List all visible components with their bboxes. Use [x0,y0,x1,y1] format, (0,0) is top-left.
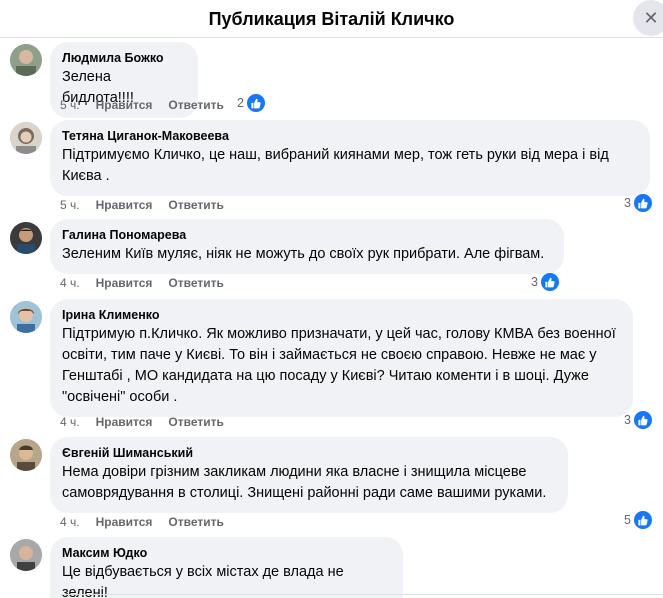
comment-actions: 4 ч. Нравится Ответить [60,275,224,291]
dialog-header: Публикация Віталій Кличко ✕ [0,0,663,38]
avatar[interactable] [10,122,42,154]
reaction-count[interactable]: 3 [531,273,559,291]
comment-text: Підтримую п.Кличко. Як можливо призначат… [62,326,616,405]
comment-author[interactable]: Тетяна Циганок-Маковеева [62,128,638,144]
close-button[interactable]: ✕ [633,0,663,36]
comment-author[interactable]: Людмила Божко [62,50,186,66]
avatar[interactable] [10,301,42,333]
like-button[interactable]: Нравится [96,275,153,291]
comment-text: Нема довіри грізним закликам людини яка … [62,464,547,501]
like-button[interactable]: Нравится [96,514,153,530]
like-button[interactable]: Нравится [96,97,153,113]
page-title: Публикация Віталій Кличко [208,9,455,29]
like-thumb-icon [246,94,265,112]
comment-text: Це відбувається у всіх містах де влада н… [62,564,344,598]
like-button[interactable]: Нравится [96,414,153,430]
comment-bubble: Максим Юдко Це відбувається у всіх міста… [50,537,403,598]
reaction-number: 5 [624,513,631,527]
comment-text: Зеленим Київ муляє, ніяк не можуть до св… [62,246,545,262]
comment-author[interactable]: Євгеній Шиманський [62,445,556,461]
reaction-number: 3 [531,275,538,289]
comment-actions: 4 ч. Нравится Ответить [60,514,224,530]
avatar[interactable] [10,539,42,571]
avatar[interactable] [10,439,42,471]
comment-actions: 5 ч. Нравится Ответить [60,97,224,113]
comment-time[interactable]: 5 ч. [60,97,80,113]
avatar[interactable] [10,44,42,76]
comment-time[interactable]: 4 ч. [60,414,80,430]
comment-bubble: Тетяна Циганок-Маковеева Підтримуємо Кли… [50,120,650,196]
reaction-number: 2 [237,96,244,110]
avatar[interactable] [10,222,42,254]
comment-text: Підтримуємо Кличко, це наш, вибраний кия… [62,147,609,184]
comment-author[interactable]: Ірина Клименко [62,307,621,323]
reaction-number: 3 [624,196,631,210]
like-button[interactable]: Нравится [96,197,153,213]
comment-bubble: Галина Пономарева Зеленим Київ муляє, ні… [50,219,564,274]
reply-button[interactable]: Ответить [168,414,223,430]
reply-button[interactable]: Ответить [168,97,223,113]
reaction-count[interactable]: 3 [624,194,652,212]
like-thumb-icon [633,511,652,529]
comment-bubble: Євгеній Шиманський Нема довіри грізним з… [50,437,568,513]
comment-time[interactable]: 5 ч. [60,197,80,213]
reply-button[interactable]: Ответить [168,514,223,530]
comment-author[interactable]: Галина Пономарева [62,227,552,243]
like-thumb-icon [633,411,652,429]
comment-actions: 4 ч. Нравится Ответить [60,414,224,430]
reply-button[interactable]: Ответить [168,197,223,213]
like-thumb-icon [633,194,652,212]
comment-bubble: Ірина Клименко Підтримую п.Кличко. Як мо… [50,299,633,417]
reaction-count[interactable]: 3 [624,411,652,429]
close-icon: ✕ [643,7,659,28]
comment-author[interactable]: Максим Юдко [62,545,391,561]
comment-actions: 5 ч. Нравится Ответить [60,197,224,213]
reaction-count[interactable]: 5 [624,511,652,529]
like-thumb-icon [540,273,559,291]
comment-time[interactable]: 4 ч. [60,514,80,530]
divider [60,594,663,595]
reply-button[interactable]: Ответить [168,275,223,291]
reaction-count[interactable]: 2 [237,94,265,112]
comment-time[interactable]: 4 ч. [60,275,80,291]
reaction-number: 3 [624,413,631,427]
